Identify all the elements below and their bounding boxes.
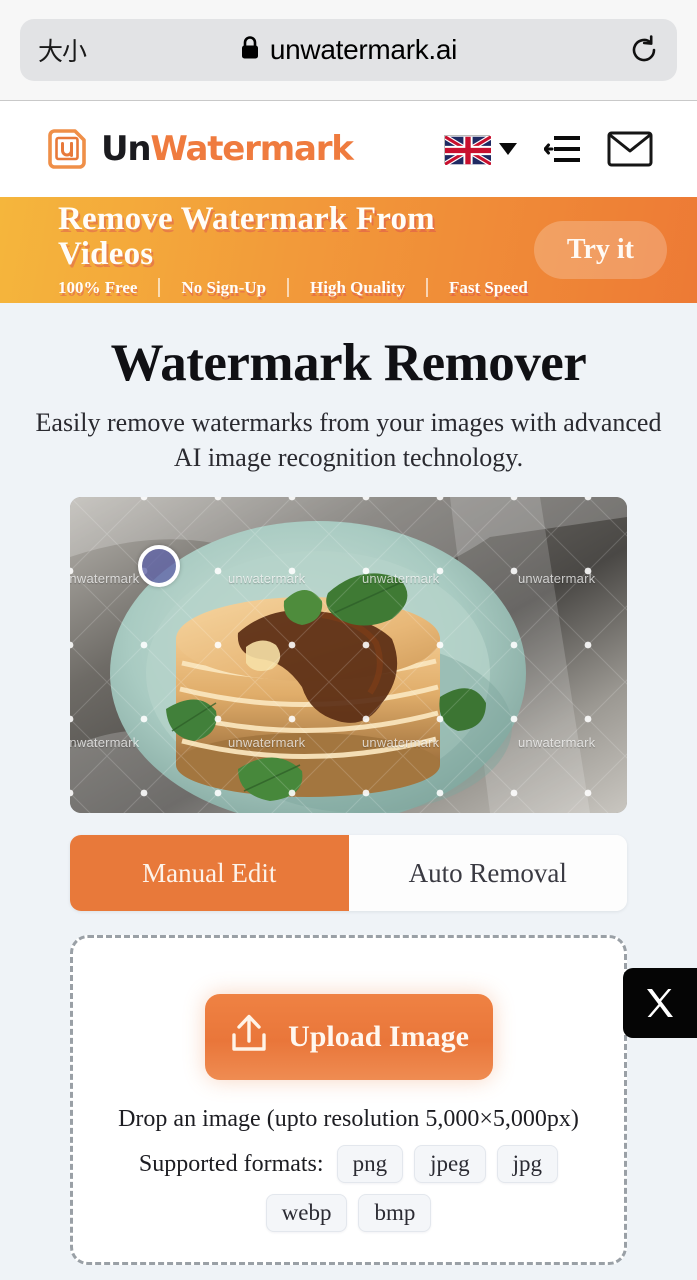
header-actions — [443, 131, 653, 167]
mode-tabs: Manual Edit Auto Removal — [70, 835, 627, 912]
page-title: Watermark Remover — [110, 334, 587, 392]
url-text: unwatermark.ai — [269, 34, 458, 65]
image-preview[interactable]: unwatermark unwatermark unwatermark unwa… — [70, 497, 627, 814]
promo-feature: High Quality — [310, 277, 405, 297]
promo-features: 100% Free | No Sign-Up | High Quality | … — [58, 278, 528, 298]
promo-separator: | — [287, 278, 290, 298]
language-selector[interactable] — [443, 133, 517, 167]
drop-hint-text: Drop an image (upto resolution 5,000×5,0… — [118, 1106, 579, 1133]
formats-label: Supported formats: — [138, 1150, 324, 1177]
try-it-button[interactable]: Try it — [533, 221, 667, 279]
format-badge-png: png — [336, 1145, 404, 1184]
unwatermark-logo-icon — [46, 127, 88, 171]
upload-icon — [228, 1011, 270, 1063]
promo-separator: | — [425, 278, 428, 298]
promo-banner[interactable]: Remove Watermark From Videos 100% Free |… — [0, 197, 697, 303]
browser-toolbar: 大小 unwatermark.ai — [0, 0, 697, 101]
reload-icon[interactable] — [629, 34, 659, 66]
logo-text-watermark: Watermark — [150, 129, 353, 169]
promo-feature: 100% Free — [58, 277, 138, 297]
supported-formats: Supported formats: png jpeg jpg webp bmp — [99, 1145, 599, 1233]
x-twitter-icon[interactable] — [623, 968, 697, 1038]
upload-dropzone[interactable]: Upload Image Drop an image (upto resolut… — [70, 935, 627, 1266]
promo-feature: Fast Speed — [448, 277, 528, 297]
tab-manual-edit[interactable]: Manual Edit — [70, 835, 349, 912]
logo-text: UnWatermark — [101, 129, 354, 169]
address-bar-content: unwatermark.ai — [20, 34, 677, 66]
tab-auto-removal[interactable]: Auto Removal — [348, 835, 627, 912]
lock-icon — [240, 35, 260, 65]
format-badge-jpeg: jpeg — [414, 1145, 486, 1184]
brush-cursor[interactable] — [138, 545, 180, 588]
envelope-icon[interactable] — [607, 131, 653, 167]
promo-title: Remove Watermark From Videos — [58, 201, 435, 272]
uk-flag-icon — [443, 133, 493, 167]
logo[interactable]: UnWatermark — [46, 127, 354, 171]
upload-button-label: Upload Image — [288, 1020, 469, 1054]
promo-content: Remove Watermark From Videos 100% Free |… — [58, 201, 528, 298]
format-badge-bmp: bmp — [358, 1194, 432, 1233]
upload-image-button[interactable]: Upload Image — [204, 994, 493, 1081]
logo-text-un: Un — [101, 129, 152, 169]
format-badge-webp: webp — [265, 1194, 348, 1233]
main-content: Watermark Remover Easily remove watermar… — [0, 303, 697, 1280]
font-size-button[interactable]: 大小 — [38, 32, 87, 68]
page-subtitle: Easily remove watermarks from your image… — [35, 408, 662, 472]
chevron-down-icon[interactable] — [499, 143, 517, 155]
format-badge-jpg: jpg — [496, 1145, 559, 1184]
promo-separator: | — [158, 278, 161, 298]
promo-feature: No Sign-Up — [181, 277, 267, 297]
menu-icon[interactable] — [544, 134, 580, 164]
site-header: UnWatermark — [0, 101, 697, 197]
address-bar[interactable]: 大小 unwatermark.ai — [20, 19, 677, 81]
